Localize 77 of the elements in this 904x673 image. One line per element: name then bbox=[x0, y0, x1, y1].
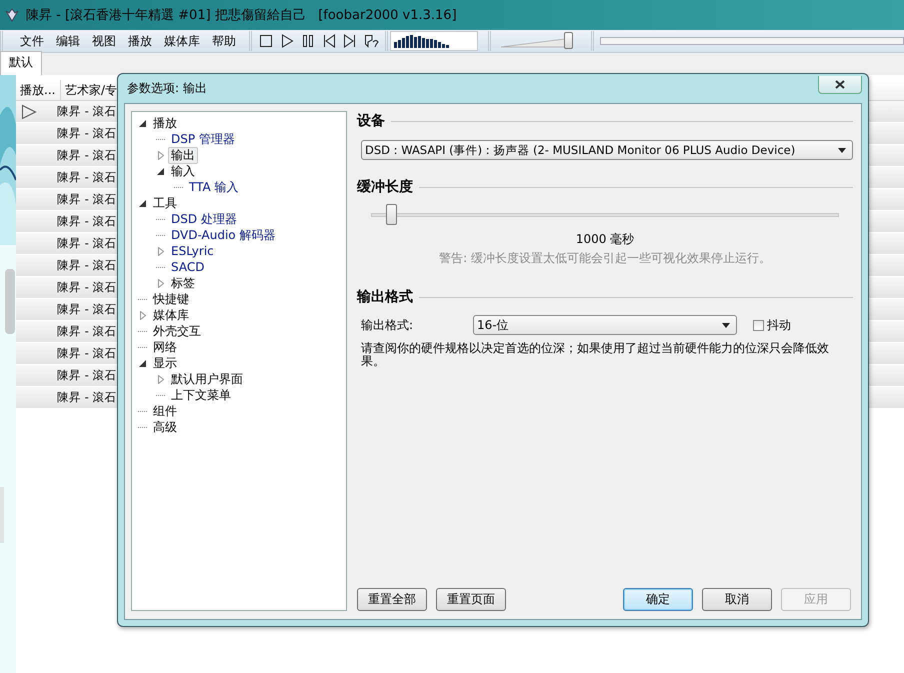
stop-icon[interactable] bbox=[258, 33, 274, 49]
table-cell: 陳昇 - 滾石 bbox=[57, 104, 116, 119]
collapsed-icon[interactable] bbox=[138, 310, 147, 320]
next-icon[interactable] bbox=[342, 33, 358, 49]
buffer-reading: 1000 毫秒 bbox=[574, 231, 636, 248]
table-cell: 陳昇 - 滾石 bbox=[57, 170, 116, 185]
dialog-title: 参数选项: 输出 bbox=[126, 80, 207, 97]
table-cell: 陳昇 - 滾石 bbox=[57, 126, 116, 141]
tree-item[interactable]: 工具 bbox=[150, 194, 180, 212]
close-icon bbox=[835, 80, 845, 89]
dialog-button[interactable]: 重置页面 bbox=[436, 588, 506, 611]
tree-item[interactable]: SACD bbox=[168, 258, 208, 276]
menu-item[interactable]: 媒体库 bbox=[159, 32, 207, 50]
menu-item[interactable]: 帮助 bbox=[207, 32, 243, 50]
window-title: 陳昇 - [滾石香港十年精選 #01] 把悲傷留給自己 [foobar2000 v1.3.16] bbox=[26, 7, 457, 24]
collapsed-icon[interactable] bbox=[156, 278, 165, 288]
dropdown[interactable]: 16-位 bbox=[473, 315, 737, 335]
table-cell: 陳昇 - 滾石 bbox=[57, 302, 116, 317]
play-icon[interactable] bbox=[279, 33, 295, 49]
menu-item[interactable]: 编辑 bbox=[51, 32, 87, 50]
tree-item[interactable]: 外壳交互 bbox=[150, 322, 204, 340]
table-cell: 陳昇 - 滾石 bbox=[57, 192, 116, 207]
tree-item[interactable]: DVD-Audio 解码器 bbox=[168, 226, 278, 244]
menu-item[interactable]: 视图 bbox=[87, 32, 123, 50]
tree-item[interactable]: TTA 输入 bbox=[186, 178, 242, 196]
dropdown-arrow-icon bbox=[838, 148, 846, 152]
menu-item[interactable]: 播放 bbox=[123, 32, 159, 50]
expanded-icon[interactable] bbox=[138, 198, 147, 208]
close-button[interactable] bbox=[818, 76, 862, 94]
table-cell: 陳昇 - 滾石 bbox=[57, 324, 116, 339]
tree-item[interactable]: 快捷键 bbox=[150, 290, 192, 308]
tree-item[interactable]: 播放 bbox=[150, 114, 180, 132]
slider-thumb[interactable] bbox=[386, 204, 397, 225]
dither-checkbox[interactable]: 抖动 bbox=[753, 316, 791, 334]
pause-icon[interactable] bbox=[300, 33, 316, 49]
field-label: 输出格式: bbox=[361, 316, 414, 334]
tree-item[interactable]: 组件 bbox=[150, 402, 180, 420]
tree-item[interactable]: 显示 bbox=[150, 354, 180, 372]
table-cell: 陳昇 - 滾石 bbox=[57, 368, 116, 383]
collapsed-icon[interactable] bbox=[156, 246, 165, 256]
playlist-tab[interactable]: 默认 bbox=[0, 51, 42, 75]
tree-item[interactable]: 媒体库 bbox=[150, 306, 192, 324]
dropdown[interactable]: DSD : WASAPI (事件) : 扬声器 (2- MUSILAND Monitor 06 PLUS Audio Device) bbox=[361, 140, 853, 160]
section-heading: 缓冲长度 bbox=[357, 178, 413, 196]
note-text: 请查阅你的硬件规格以决定首选的位深；如果使用了超过当前硬件能力的位深只会降低效果。 bbox=[361, 342, 830, 368]
collapsed-icon[interactable] bbox=[156, 150, 165, 160]
table-cell: 陳昇 - 滾石 bbox=[57, 236, 116, 251]
table-cell: 陳昇 - 滾石 bbox=[57, 214, 116, 229]
dialog-button[interactable]: 确定 bbox=[623, 588, 693, 611]
section-heading: 设备 bbox=[357, 112, 385, 130]
tree-item[interactable]: 输出 bbox=[168, 146, 198, 164]
warning-text: 警告: 缓冲长度设置太低可能会引起一些可视化效果停止运行。 bbox=[438, 250, 772, 267]
table-cell: 陳昇 - 滾石 bbox=[57, 390, 116, 405]
collapsed-icon[interactable] bbox=[156, 374, 165, 384]
menu-item[interactable]: 文件 bbox=[15, 32, 51, 50]
table-cell: 陳昇 - 滾石 bbox=[57, 346, 116, 361]
expanded-icon[interactable] bbox=[138, 358, 147, 368]
section-heading: 输出格式 bbox=[357, 288, 413, 306]
tree-item[interactable]: 标签 bbox=[168, 274, 198, 292]
dialog-button[interactable]: 重置全部 bbox=[357, 588, 427, 611]
tree-item[interactable]: 上下文菜单 bbox=[168, 386, 234, 404]
dialog-button[interactable]: 取消 bbox=[702, 588, 772, 611]
table-cell: 陳昇 - 滾石 bbox=[57, 258, 116, 273]
tree-item[interactable]: DSD 处理器 bbox=[168, 210, 240, 228]
tree-item[interactable]: 高级 bbox=[150, 418, 180, 436]
app-icon bbox=[4, 7, 20, 23]
tree-item[interactable]: DSP 管理器 bbox=[168, 130, 238, 148]
table-cell: 陳昇 - 滾石 bbox=[57, 148, 116, 163]
dropdown-arrow-icon bbox=[722, 322, 730, 328]
tree-item[interactable]: 默认用户界面 bbox=[168, 370, 246, 388]
tree-item[interactable]: ESLyric bbox=[168, 242, 217, 260]
expanded-icon[interactable] bbox=[138, 118, 147, 128]
tree-item[interactable]: 网络 bbox=[150, 338, 180, 356]
tree-item[interactable]: 输入 bbox=[168, 162, 198, 180]
previous-icon[interactable] bbox=[321, 33, 337, 49]
column-header[interactable]: 播放... bbox=[16, 80, 61, 100]
table-cell: 陳昇 - 滾石 bbox=[57, 280, 116, 295]
